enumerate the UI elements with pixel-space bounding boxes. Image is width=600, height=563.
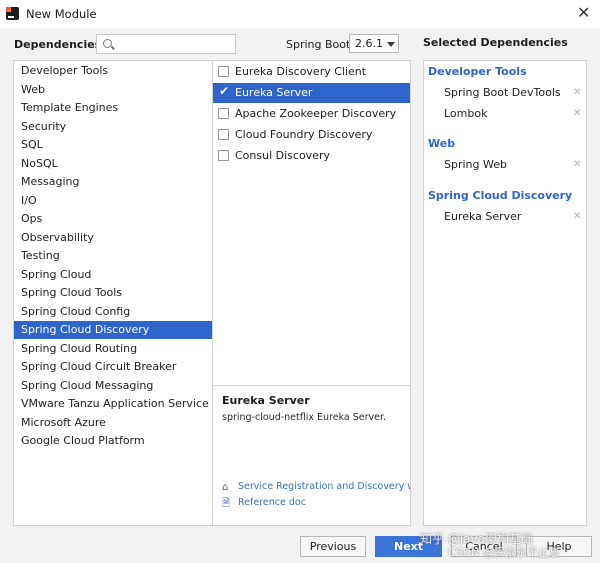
description-text: spring-cloud-netflix Eureka Server. [222,412,387,423]
category-item[interactable]: Testing [14,247,212,265]
guide-link[interactable]: ⌂ Service Registration and Discovery wit… [222,481,410,495]
close-icon[interactable]: ✕ [577,3,590,23]
selected-dependencies-label: Selected Dependencies [423,36,568,49]
previous-button[interactable]: Previous [300,536,366,557]
selected-dependency-item: Spring Web [444,158,507,171]
dependency-name: Eureka Discovery Client [235,65,367,78]
selected-dependencies-panel: Developer Tools Spring Boot DevTools ✕ Lomb… [423,60,587,526]
dependency-item[interactable]: Consul Discovery [213,146,410,166]
window-title: New Module [26,7,97,21]
dependency-item[interactable]: Apache Zookeeper Discovery [213,104,410,124]
checkbox[interactable] [218,66,229,77]
category-item[interactable]: Spring Cloud Routing [14,340,212,358]
selected-group-header: Web [428,137,456,150]
category-item[interactable]: Spring Cloud Discovery [14,321,212,339]
category-item[interactable]: Developer Tools [14,62,212,80]
selected-group-header: Spring Cloud Discovery [428,189,573,202]
description-title: Eureka Server [222,394,310,407]
category-item[interactable]: Template Engines [14,99,212,117]
remove-icon[interactable]: ✕ [573,87,581,98]
selected-dependency-item: Lombok [444,107,488,120]
category-item[interactable]: Messaging [14,173,212,191]
doc-icon: 🗎 [222,498,231,509]
category-item[interactable]: Ops [14,210,212,228]
checkbox[interactable] [218,108,229,119]
category-item[interactable]: SQL [14,136,212,154]
category-item[interactable]: Spring Cloud Messaging [14,377,212,395]
category-item[interactable]: Spring Cloud Config [14,303,212,321]
reference-doc-link[interactable]: 🗎 Reference doc [222,497,410,511]
spring-boot-version-select[interactable]: 2.6.1 [349,34,399,53]
dependency-name: Consul Discovery [235,149,330,162]
checkbox[interactable] [218,129,229,140]
description-divider [213,385,410,386]
dependency-name: Cloud Foundry Discovery [235,128,373,141]
home-icon: ⌂ [222,482,229,493]
category-item[interactable]: NoSQL [14,155,212,173]
search-input[interactable] [117,37,233,51]
reference-doc-link-text[interactable]: Reference doc [238,497,306,508]
dependency-item[interactable]: Cloud Foundry Discovery [213,125,410,145]
selected-group-header: Developer Tools [428,65,527,78]
spring-boot-label: Spring Boot [286,38,351,51]
spring-boot-version-value: 2.6.1 [355,37,383,50]
category-item[interactable]: Spring Cloud Tools [14,284,212,302]
selected-dependency-item: Spring Boot DevTools [444,86,561,99]
category-item[interactable]: Spring Cloud Circuit Breaker [14,358,212,376]
remove-icon[interactable]: ✕ [573,108,581,119]
category-item[interactable]: I/O [14,192,212,210]
category-item[interactable]: Security [14,118,212,136]
remove-icon[interactable]: ✕ [573,159,581,170]
checkbox-checked[interactable]: ✔ [218,84,230,98]
dependency-item[interactable]: ✔ Eureka Server [213,83,410,103]
title-bar: New Module ✕ [0,0,600,28]
category-item[interactable]: Web [14,81,212,99]
dependency-name: Eureka Server [235,86,313,99]
search-icon [103,39,112,48]
intellij-app-icon [6,7,19,20]
remove-icon[interactable]: ✕ [573,211,581,222]
selected-dependency-item: Eureka Server [444,210,522,223]
dependency-list: Eureka Discovery Client ✔ Eureka Server Apa… [212,60,411,526]
dependencies-label: Dependencies [14,38,102,51]
checkbox[interactable] [218,150,229,161]
category-item[interactable]: Google Cloud Platform [14,432,212,450]
guide-link-text[interactable]: Service Registration and Discovery with … [238,481,410,492]
category-item[interactable]: Microsoft Azure [14,414,212,432]
search-box[interactable] [96,34,236,54]
category-list: Developer Tools Web Template Engines Securi… [13,60,212,526]
checkmark-icon: ✔ [219,84,230,98]
category-item[interactable]: Observability [14,229,212,247]
chevron-down-icon [387,42,395,47]
watermark-csdn: CSDN @探索永不止息 [448,546,560,559]
category-item[interactable]: VMware Tanzu Application Service [14,395,212,413]
dependency-name: Apache Zookeeper Discovery [235,107,397,120]
category-item[interactable]: Spring Cloud [14,266,212,284]
dependency-item[interactable]: Eureka Discovery Client [213,62,410,82]
